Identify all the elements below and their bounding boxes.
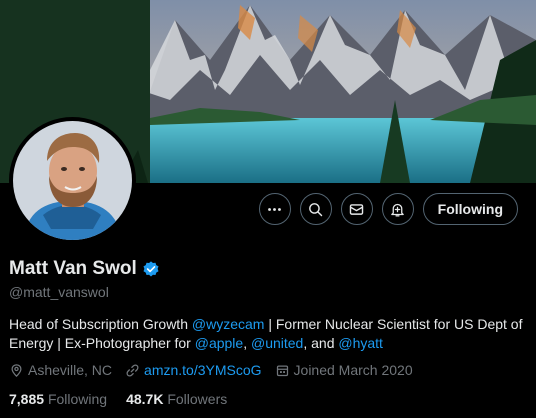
location-pin-icon <box>11 363 22 377</box>
mention-link-apple[interactable]: @apple <box>195 335 243 351</box>
following-button[interactable]: Following <box>422 193 518 225</box>
bio-text: , <box>243 335 251 351</box>
avatar[interactable] <box>9 117 136 244</box>
profile-meta: Asheville, NC amzn.to/3YMScoG Joined Mar… <box>9 362 413 378</box>
bio-text: , and <box>303 335 339 351</box>
profile-photo <box>13 121 132 240</box>
bio-text: | Former Nuclear Scientist for US Dept o… <box>264 316 523 332</box>
user-handle: @matt_vanswol <box>9 284 109 300</box>
followers-label: Followers <box>167 391 228 407</box>
followers-count: 48.7K <box>126 391 164 407</box>
more-icon <box>268 207 282 211</box>
followers-stat[interactable]: 48.7K Followers <box>126 391 227 407</box>
location-item: Asheville, NC <box>9 362 112 378</box>
verified-badge-icon[interactable] <box>142 260 160 278</box>
joined-item: Joined March 2020 <box>275 362 413 378</box>
search-button[interactable] <box>299 193 332 225</box>
search-icon <box>309 202 323 216</box>
mail-icon <box>349 203 364 215</box>
joined-text: Joined March 2020 <box>293 362 413 378</box>
display-name: Matt Van Swol <box>9 258 137 279</box>
profile-name-row: Matt Van Swol <box>9 258 160 280</box>
link-icon <box>126 364 139 376</box>
website-item: amzn.to/3YMScoG <box>125 362 262 378</box>
bio-line-2: Energy | Ex-Photographer for @apple, @un… <box>9 334 529 353</box>
message-button[interactable] <box>340 193 373 225</box>
following-count: 7,885 <box>9 391 45 407</box>
mention-link-hyatt[interactable]: @hyatt <box>338 335 383 351</box>
following-label: Following <box>47 391 108 407</box>
bio-line-1: Head of Subscription Growth @wyzecam | F… <box>9 315 529 334</box>
more-button[interactable] <box>258 193 291 225</box>
notify-button[interactable] <box>381 193 414 225</box>
profile-stats: 7,885 Following 48.7K Followers <box>9 391 227 407</box>
mention-link-wyzecam[interactable]: @wyzecam <box>192 316 265 332</box>
following-stat[interactable]: 7,885 Following <box>9 391 107 407</box>
profile-actions: Following <box>258 193 518 225</box>
location-text: Asheville, NC <box>28 362 113 378</box>
calendar-icon <box>276 365 288 376</box>
bio-text: Head of Subscription Growth <box>9 316 192 332</box>
bio-text: Energy | Ex-Photographer for <box>9 335 195 351</box>
profile-bio: Head of Subscription Growth @wyzecam | F… <box>9 315 529 353</box>
bell-plus-icon <box>391 203 404 217</box>
mention-link-united[interactable]: @united <box>251 335 303 351</box>
website-link[interactable]: amzn.to/3YMScoG <box>144 362 262 378</box>
